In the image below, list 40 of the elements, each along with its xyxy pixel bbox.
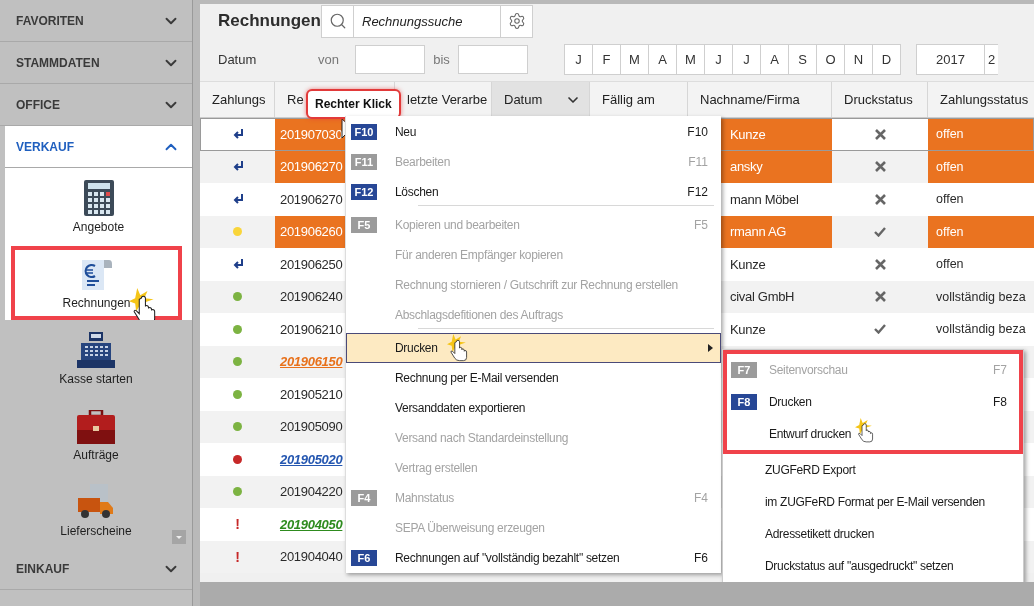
customer-name: Kunze — [730, 126, 766, 142]
invoice-number: 201906270 — [280, 191, 343, 207]
key-badge: F10 — [351, 124, 377, 140]
alert-mark: ! — [235, 516, 240, 533]
invoice-number: 201904040 — [280, 549, 343, 565]
alert-mark: ! — [235, 548, 240, 565]
invoice-number: 201906270 — [280, 159, 343, 175]
key-badge: F5 — [351, 217, 377, 233]
key-badge: F7 — [731, 362, 757, 378]
invoice-number: 201904220 — [280, 484, 343, 500]
invoice-number: 201905210 — [280, 386, 343, 402]
from-label: von — [318, 51, 340, 67]
to-label: bis — [432, 51, 451, 67]
invoice-number: 201906250 — [280, 256, 343, 272]
customer-name: Kunze — [730, 321, 766, 337]
payment-status: offen — [936, 159, 964, 174]
customer-name: rmann AG — [730, 224, 787, 240]
invoice-number: 201906240 — [280, 289, 343, 305]
payment-status: vollständig beza — [936, 289, 1026, 304]
invoice-number: 201905090 — [280, 419, 343, 435]
key-badge: F12 — [351, 184, 377, 200]
key-badge: F8 — [731, 394, 757, 410]
key-badge: F6 — [351, 550, 377, 566]
customer-name: ansky — [730, 159, 763, 175]
date-label: Datum — [218, 51, 258, 67]
payment-status: offen — [936, 257, 964, 272]
customer-name: mann Möbel — [730, 191, 799, 207]
page-title: Rechnungen — [218, 11, 321, 31]
payment-status: vollständig beza — [936, 322, 1026, 337]
customer-name: cival GmbH — [730, 289, 795, 305]
invoice-number: 201906210 — [280, 321, 343, 337]
key-badge: F11 — [351, 154, 377, 170]
key-badge: F4 — [351, 490, 377, 506]
invoice-number: 201906260 — [280, 224, 343, 240]
invoice-number: 201907030 — [280, 126, 343, 142]
payment-status: offen — [936, 192, 964, 207]
payment-status: offen — [936, 127, 964, 142]
payment-status: offen — [936, 224, 964, 239]
customer-name: Kunze — [730, 256, 766, 272]
callout-tooltip: Rechter Klick — [306, 89, 401, 119]
